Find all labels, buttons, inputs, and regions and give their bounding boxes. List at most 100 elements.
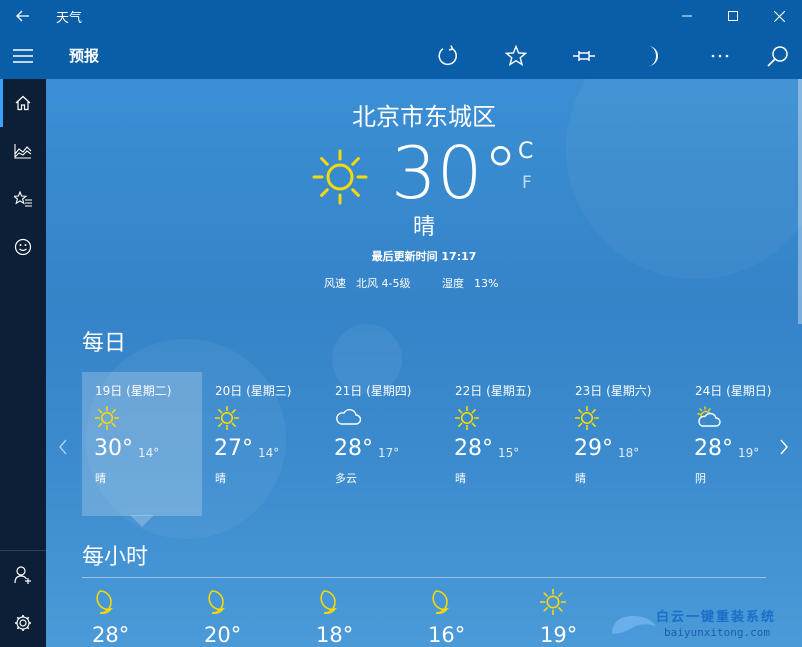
sun-icon <box>312 149 368 205</box>
day-condition: 晴 <box>215 472 226 485</box>
day-icon <box>695 406 721 432</box>
day-forecast-item[interactable]: 20日 (星期三) 27° 14° 晴 <box>202 372 322 516</box>
nav-settings[interactable] <box>0 599 46 647</box>
hour-icon <box>539 588 567 619</box>
favorites-list-icon <box>14 191 32 207</box>
selected-day-notch <box>130 515 154 527</box>
hamburger-icon <box>13 48 33 63</box>
day-label: 24日 (星期日) <box>695 384 772 398</box>
sun-icon <box>539 588 567 616</box>
wind-info: 风速 北风 4-5级 <box>324 275 420 291</box>
scroll-right-arrow-icon[interactable] <box>779 439 789 455</box>
hour-temp: 16° <box>428 623 466 647</box>
humidity-info: 湿度 13% <box>442 275 508 291</box>
wind-label: 风速 <box>324 277 346 290</box>
moon-icon <box>320 590 338 615</box>
watermark-logo-icon <box>612 615 656 642</box>
current-condition: 晴 <box>412 215 435 240</box>
day-high-temp: 28° <box>454 436 493 461</box>
day-condition: 晴 <box>95 472 106 485</box>
window-title: 天气 <box>56 10 83 26</box>
daily-section-title: 每日 <box>82 331 127 356</box>
watermark: 白云一键重装系统 baiyunxitong.com <box>608 604 802 647</box>
day-low-temp: 17° <box>378 446 400 460</box>
menu-button[interactable] <box>0 32 46 79</box>
temperature-value: 30 <box>391 131 483 215</box>
hourly-divider <box>82 577 766 578</box>
day-label: 21日 (星期四) <box>335 384 412 398</box>
pin-icon <box>573 50 595 61</box>
close-button[interactable] <box>756 0 802 32</box>
day-low-temp: 19° <box>738 446 760 460</box>
day-condition: 晴 <box>455 472 466 485</box>
hour-icon <box>204 589 226 619</box>
daily-forecast-strip: 19日 (星期二) 30° 14° 晴 20日 (星期三) 27° 14° 晴 21日 (星期四… <box>82 372 772 517</box>
title-bar: 天气 <box>0 0 802 32</box>
hour-icon <box>92 589 114 619</box>
day-condition: 多云 <box>335 472 357 485</box>
day-forecast-item[interactable]: 19日 (星期二) 30° 14° 晴 <box>82 372 202 516</box>
back-button[interactable] <box>0 0 46 32</box>
day-forecast-item[interactable]: 24日 (星期日) 28° 19° 阴 <box>682 372 772 516</box>
smiley-icon <box>14 238 32 256</box>
nav-bottom-group <box>0 550 46 647</box>
close-icon <box>773 10 785 22</box>
nav-feedback[interactable] <box>0 223 46 271</box>
pin-button[interactable] <box>550 32 618 79</box>
add-user-icon <box>14 566 31 584</box>
refresh-button[interactable] <box>414 32 482 79</box>
left-navigation <box>0 79 46 647</box>
day-forecast-item[interactable]: 23日 (星期六) 29° 18° 晴 <box>562 372 682 516</box>
day-high-temp: 28° <box>334 436 373 461</box>
sun-icon <box>94 405 120 431</box>
day-high-temp: 29° <box>574 436 613 461</box>
scroll-left-arrow-icon[interactable] <box>58 439 68 455</box>
day-high-temp: 27° <box>214 436 253 461</box>
hourly-section-title: 每小时 <box>82 545 149 570</box>
refresh-icon <box>438 44 457 65</box>
day-label: 20日 (星期三) <box>215 384 292 398</box>
nav-forecast[interactable] <box>0 79 46 127</box>
day-icon <box>335 406 362 430</box>
unit-celsius-button[interactable]: C <box>518 139 533 164</box>
moon-icon <box>432 590 450 615</box>
sun-icon <box>214 405 240 431</box>
day-low-temp: 14° <box>258 446 280 460</box>
hour-temp: 19° <box>540 623 578 647</box>
day-icon <box>454 405 480 434</box>
watermark-title: 白云一键重装系统 <box>656 610 777 625</box>
maximize-button[interactable] <box>710 0 756 32</box>
nav-account[interactable] <box>0 551 46 599</box>
partly-cloudy-icon <box>697 406 721 427</box>
search-button[interactable] <box>754 32 802 79</box>
day-label: 22日 (星期五) <box>455 384 532 398</box>
maximize-icon <box>728 11 738 21</box>
hour-icon <box>316 589 338 619</box>
nav-favorites[interactable] <box>0 175 46 223</box>
page-title: 预报 <box>69 47 100 65</box>
hour-icon <box>428 589 450 619</box>
day-condition: 晴 <box>575 472 586 485</box>
hour-temp: 18° <box>316 623 354 647</box>
minimize-button[interactable] <box>664 0 710 32</box>
hour-temp: 28° <box>92 623 130 647</box>
day-low-temp: 14° <box>138 446 160 460</box>
cloud-icon <box>336 409 362 425</box>
moon-icon <box>208 590 226 615</box>
day-forecast-item[interactable]: 21日 (星期四) 28° 17° 多云 <box>322 372 442 516</box>
night-mode-button[interactable] <box>618 32 686 79</box>
day-high-temp: 28° <box>694 436 733 461</box>
last-updated: 最后更新时间 17:17 <box>371 250 477 263</box>
current-temperature: 30° <box>391 133 519 213</box>
favorite-button[interactable] <box>482 32 550 79</box>
location-name: 北京市东城区 <box>352 103 496 131</box>
more-button[interactable] <box>686 32 754 79</box>
day-low-temp: 15° <box>498 446 520 460</box>
nav-maps[interactable] <box>0 127 46 175</box>
chart-icon <box>14 144 32 159</box>
unit-fahrenheit-button[interactable]: F <box>522 173 532 193</box>
day-forecast-item[interactable]: 22日 (星期五) 28° 15° 晴 <box>442 372 562 516</box>
gear-icon <box>15 615 31 631</box>
sun-icon <box>574 405 600 431</box>
day-icon <box>94 405 120 434</box>
